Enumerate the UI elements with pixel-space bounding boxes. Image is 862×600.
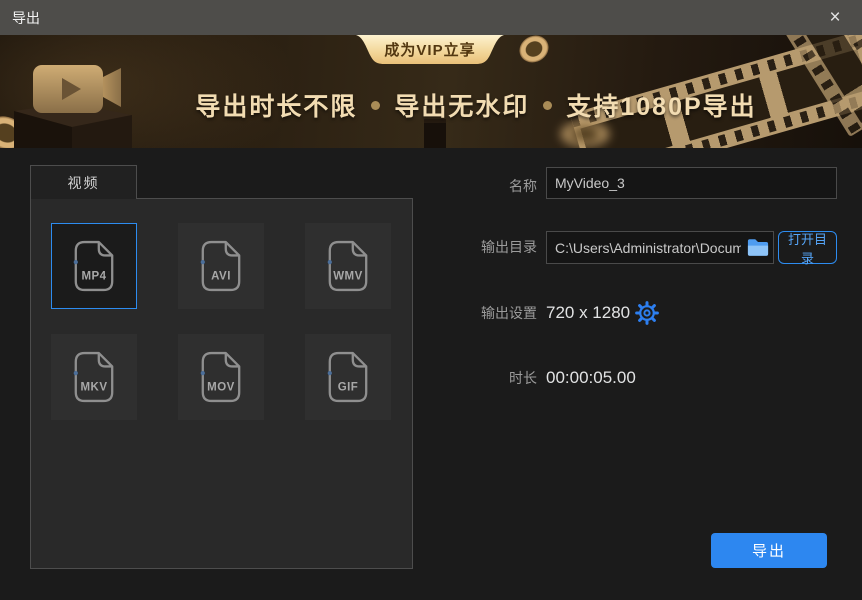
vip-promo-banner: 成为VIP立享 导出时长不限 导出无水印 支持1080P导出 [0,35,862,148]
svg-text:MKV: MKV [81,381,108,393]
close-icon[interactable]: × [820,0,850,35]
slogan-text-1: 导出时长不限 [195,87,357,123]
tab-video[interactable]: 视频 [30,165,137,199]
export-dialog: 导出 × 成为VIP立享 导 [0,0,862,600]
folder-icon [747,238,769,257]
title-bar: 导出 × [0,0,862,35]
format-tile-mkv[interactable]: MKV [51,334,137,420]
file-icon: MP4 [71,239,117,293]
output-dir-field [546,231,774,264]
svg-text:AVI: AVI [211,270,231,282]
dot-separator [543,101,552,110]
format-tile-gif[interactable]: GIF [305,334,391,420]
name-input[interactable] [546,167,837,199]
resolution-value: 720 x 1280 [546,303,630,323]
duration-label: 时长 [430,368,537,388]
gear-icon [635,301,659,325]
dot-separator [371,101,380,110]
output-setting-label: 输出设置 [430,303,537,323]
slogan-text-2: 导出无水印 [394,87,529,123]
duration-value: 00:00:05.00 [546,368,636,388]
banner-slogan: 导出时长不限 导出无水印 支持1080P导出 [120,87,832,123]
format-tile-mov[interactable]: MOV [178,334,264,420]
output-dir-label: 输出目录 [430,237,537,257]
file-icon: MOV [198,350,244,404]
open-directory-button[interactable]: 打开目录 [778,231,837,264]
name-label: 名称 [430,176,537,196]
format-panel: MP4 AVI WMV MKV [30,198,413,569]
output-settings-button[interactable] [634,300,660,326]
format-tile-mp4[interactable]: MP4 [51,223,137,309]
svg-text:GIF: GIF [338,381,359,393]
export-button[interactable]: 导出 [711,533,827,568]
browse-folder-button[interactable] [745,236,771,259]
file-icon: GIF [325,350,371,404]
format-tile-wmv[interactable]: WMV [305,223,391,309]
cube-graphic [424,119,446,148]
coin-graphic [515,35,554,68]
svg-text:WMV: WMV [333,270,363,282]
window-title: 导出 [12,8,40,28]
svg-text:MP4: MP4 [81,270,106,282]
file-icon: AVI [198,239,244,293]
format-tile-avi[interactable]: AVI [178,223,264,309]
vip-badge[interactable]: 成为VIP立享 [356,35,504,64]
coin-graphic [560,121,610,147]
output-dir-input[interactable] [546,231,774,264]
file-icon: MKV [71,350,117,404]
file-icon: WMV [325,239,371,293]
svg-text:MOV: MOV [207,381,235,393]
slogan-text-3: 支持1080P导出 [566,87,756,123]
